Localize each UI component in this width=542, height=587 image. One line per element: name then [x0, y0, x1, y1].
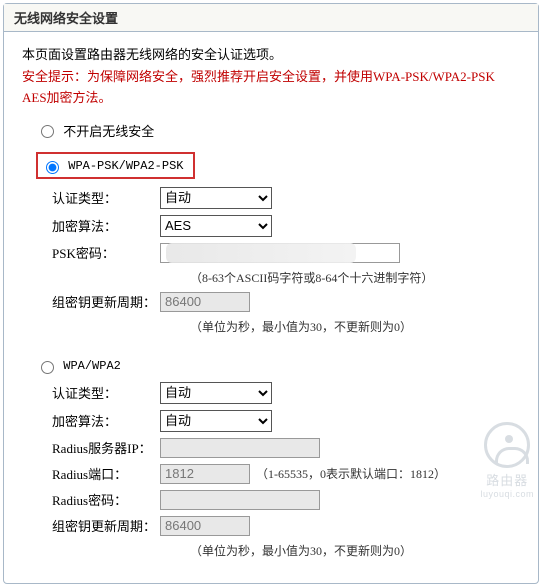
psk-password-label: PSK密码：: [52, 243, 160, 262]
intro-description: 本页面设置路由器无线网络的安全认证选项。: [22, 44, 520, 63]
label-disable-security: 不开启无线安全: [63, 124, 154, 139]
wpa-psk-settings: 认证类型： 自动 加密算法： AES PSK密码： （8-63个ASCII码字符…: [52, 187, 520, 335]
option-disable-security[interactable]: 不开启无线安全: [36, 121, 520, 140]
panel-body: 本页面设置路由器无线网络的安全认证选项。 安全提示：为保障网络安全，强烈推荐开启…: [4, 32, 538, 583]
radius-port-label: Radius端口：: [52, 464, 160, 483]
auth-type-select[interactable]: 自动: [160, 187, 272, 209]
wpa-settings: 认证类型： 自动 加密算法： 自动 Radius服务器IP： Radius端口：…: [52, 382, 520, 559]
panel-title: 无线网络安全设置: [4, 4, 538, 32]
label-wpa-psk: WPA-PSK/WPA2-PSK: [68, 159, 183, 173]
wpa-group-key-label: 组密钥更新周期：: [52, 516, 160, 535]
wpa-auth-type-select[interactable]: 自动: [160, 382, 272, 404]
radius-ip-input[interactable]: [160, 438, 320, 458]
radius-pwd-label: Radius密码：: [52, 490, 160, 509]
option-wpa-psk[interactable]: WPA-PSK/WPA2-PSK: [36, 152, 520, 179]
wpa-group-key-input[interactable]: [160, 516, 250, 536]
radio-disable-security[interactable]: [41, 125, 54, 138]
radius-port-hint: （1-65535，0表示默认端口：1812）: [256, 465, 446, 482]
option-wpa[interactable]: WPA/WPA2: [36, 357, 520, 374]
wpa-auth-type-label: 认证类型：: [52, 383, 160, 402]
radio-wpa[interactable]: [41, 361, 54, 374]
encrypt-algo-label: 加密算法：: [52, 216, 160, 235]
radio-wpa-psk[interactable]: [46, 161, 59, 174]
wpa-group-key-hint: （单位为秒，最小值为30，不更新则为0）: [190, 542, 520, 559]
group-key-label: 组密钥更新周期：: [52, 292, 160, 311]
label-wpa: WPA/WPA2: [63, 359, 121, 373]
security-settings-panel: 无线网络安全设置 本页面设置路由器无线网络的安全认证选项。 安全提示：为保障网络…: [3, 3, 539, 584]
wpa-encrypt-algo-select[interactable]: 自动: [160, 410, 272, 432]
radius-port-input[interactable]: [160, 464, 250, 484]
group-key-hint: （单位为秒，最小值为30，不更新则为0）: [190, 318, 520, 335]
psk-password-hint: （8-63个ASCII码字符或8-64个十六进制字符）: [190, 269, 520, 286]
encrypt-algo-select[interactable]: AES: [160, 215, 272, 237]
security-warning: 安全提示：为保障网络安全，强烈推荐开启安全设置，并使用WPA-PSK/WPA2-…: [22, 67, 520, 109]
radius-ip-label: Radius服务器IP：: [52, 438, 160, 457]
psk-mask: [166, 243, 356, 263]
auth-type-label: 认证类型：: [52, 188, 160, 207]
group-key-input[interactable]: [160, 292, 250, 312]
wpa-encrypt-algo-label: 加密算法：: [52, 411, 160, 430]
highlight-box: WPA-PSK/WPA2-PSK: [36, 152, 195, 179]
